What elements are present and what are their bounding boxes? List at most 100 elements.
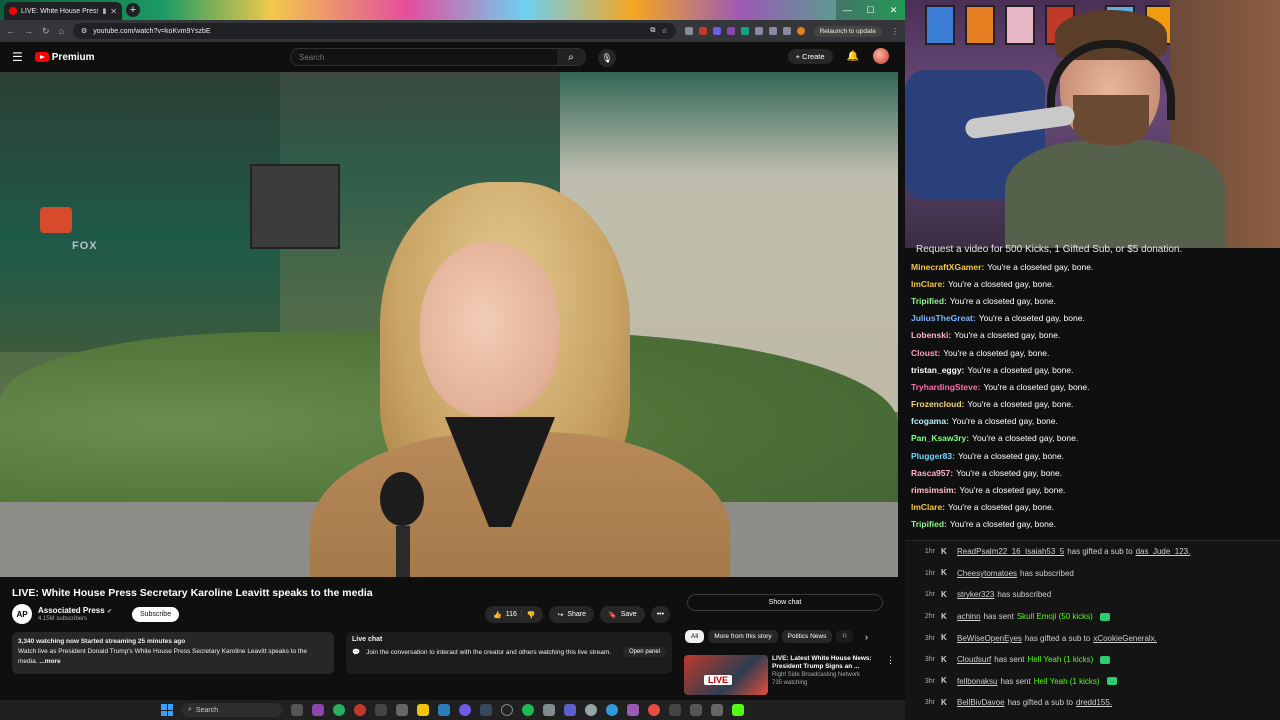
downloads-icon[interactable] [782,27,791,35]
chat-username[interactable]: Pan_Ksaw3ry: [911,433,969,443]
chat-username[interactable]: Rasca957: [911,468,953,478]
sidebar-icon[interactable] [768,27,777,35]
event-username[interactable]: stryker323 [957,590,994,599]
spotify-icon[interactable] [522,704,534,716]
new-tab-button[interactable]: + [126,3,140,17]
chat-username[interactable]: TryhardingSteve: [911,382,980,392]
reload-icon[interactable]: ↻ [42,26,50,37]
recommended-channel[interactable]: Right Side Broadcasting Network [772,671,882,679]
app-icon[interactable] [585,704,597,716]
chat-username[interactable]: Tripified: [911,296,947,306]
more-link[interactable]: ...more [39,658,60,665]
event-target-user[interactable]: das_Jude_123. [1136,547,1191,556]
recommended-title[interactable]: LIVE: Latest White House News: President… [772,655,882,671]
event-username[interactable]: Cheesytomatoes [957,569,1017,578]
notifications-bell-icon[interactable]: 🔔 [847,51,859,62]
chip-all[interactable]: All [685,630,705,643]
recommended-thumbnail[interactable]: LIVE [684,655,768,695]
copilot-icon[interactable] [312,704,324,716]
menu-kebab-icon[interactable]: ⋮ [891,27,899,36]
app-icon[interactable] [480,704,492,716]
chip-truncated[interactable]: R [836,630,854,643]
app-icon[interactable] [669,704,681,716]
menu-icon[interactable]: ☰ [12,50,23,64]
event-username[interactable]: BellBivDavoe [957,698,1005,707]
chat-username[interactable]: Frozencloud: [911,399,964,409]
subscribe-button[interactable]: Subscribe [131,606,180,622]
maximize-icon[interactable]: ☐ [859,0,882,20]
chat-username[interactable]: fcogama: [911,416,949,426]
extension-icon[interactable] [740,27,749,35]
chevron-right-icon[interactable]: › [865,632,868,642]
close-window-icon[interactable]: ✕ [882,0,905,20]
chat-username[interactable]: JuliusTheGreat: [911,313,976,323]
app-icon[interactable] [627,704,639,716]
event-username[interactable]: BeWiseOpenEyes [957,634,1022,643]
chat-username[interactable]: ImClare: [911,279,945,289]
taskbar-search[interactable]: ⌕ Search [182,703,282,717]
obs-icon[interactable] [501,704,513,716]
extension-icon[interactable] [698,27,707,35]
chrome-icon[interactable] [333,704,345,716]
event-username[interactable]: achinn [957,612,981,621]
forward-icon[interactable]: → [24,26,33,36]
thumbs-down-icon[interactable]: 👎 [527,611,536,619]
extension-icon[interactable] [684,27,693,35]
chip-more-from-this-story[interactable]: More from this story [708,630,778,643]
browser-tab-active[interactable]: LIVE: White House Press Se ▮ ✕ [4,2,122,20]
chip-politics-news[interactable]: Politics News [781,630,833,643]
app-icon[interactable] [711,704,723,716]
puzzle-icon[interactable] [754,27,763,35]
app-icon[interactable] [564,704,576,716]
back-icon[interactable]: ← [6,26,15,36]
app-icon[interactable] [396,704,408,716]
search-icon[interactable]: ⌕ [557,49,585,65]
description-box[interactable]: 3,340 watching now Started streaming 25 … [12,632,334,674]
event-username[interactable]: Cloudsurf [957,655,991,664]
app-icon[interactable] [543,704,555,716]
chat-username[interactable]: Plugger83: [911,451,955,461]
open-panel-button[interactable]: Open panel [622,647,666,657]
like-dislike-button[interactable]: 👍 116 | 👎 [485,606,544,623]
home-icon[interactable]: ⌂ [59,26,64,36]
chat-username[interactable]: Cloust: [911,348,940,358]
close-tab-icon[interactable]: ✕ [110,7,117,16]
kick-icon[interactable] [732,704,744,716]
chat-username[interactable]: MinecraftXGamer: [911,262,984,272]
event-username[interactable]: fellbonaksu [957,677,997,686]
recommended-video[interactable]: LIVE LIVE: Latest White House News: Pres… [684,655,895,695]
share-button[interactable]: ↪ Share [549,606,594,623]
more-actions-button[interactable]: ••• [650,606,671,623]
app-icon[interactable] [375,704,387,716]
install-icon[interactable]: ⧉ [650,27,655,35]
channel-avatar[interactable]: AP [12,604,32,624]
account-avatar[interactable] [873,48,889,64]
chat-username[interactable]: rimsimsim: [911,485,956,495]
bookmark-star-icon[interactable]: ☆ [661,27,667,35]
youtube-logo[interactable]: Premium [34,52,95,63]
app-icon[interactable] [438,704,450,716]
thumbs-up-icon[interactable]: 👍 [493,611,502,619]
task-view-icon[interactable] [291,704,303,716]
app-icon[interactable] [354,704,366,716]
show-chat-button[interactable]: Show chat [687,594,883,611]
file-explorer-icon[interactable] [417,704,429,716]
more-vertical-icon[interactable]: ⋮ [886,655,895,695]
extension-icon[interactable] [712,27,721,35]
relaunch-button[interactable]: Relaunch to update [813,25,882,37]
video-player[interactable]: FOX [0,72,898,577]
channel-name[interactable]: Associated Press ✔ [38,606,112,615]
app-icon[interactable] [690,704,702,716]
app-icon[interactable] [606,704,618,716]
app-icon[interactable] [648,704,660,716]
create-button[interactable]: + Create [787,48,833,64]
event-target-user[interactable]: dredd155. [1076,698,1112,707]
site-info-icon[interactable]: ⚙ [81,27,87,35]
chat-username[interactable]: Lobenski: [911,330,951,340]
address-bar[interactable]: ⚙ youtube.com/watch?v=koKvm9YszbE ⧉ ☆ [72,23,676,39]
chat-username[interactable]: ImClare: [911,502,945,512]
app-icon[interactable] [459,704,471,716]
chat-username[interactable]: tristan_eggy: [911,365,964,375]
profile-avatar-icon[interactable] [796,27,805,35]
minimize-icon[interactable]: — [836,0,859,20]
